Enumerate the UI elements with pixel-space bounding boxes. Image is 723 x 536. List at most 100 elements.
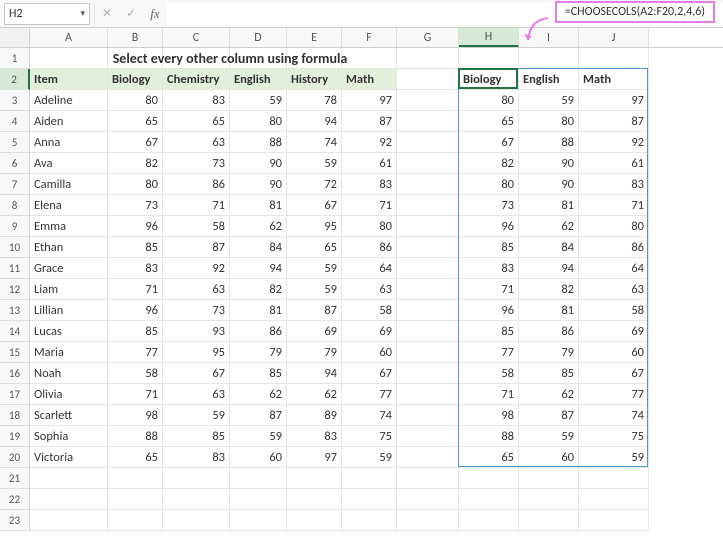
row-header[interactable]: 16 [0, 363, 30, 384]
cell[interactable] [397, 279, 459, 300]
cell[interactable]: 58 [579, 300, 649, 321]
cell[interactable]: English [230, 69, 287, 90]
cell[interactable] [342, 48, 397, 69]
cell[interactable]: 93 [163, 321, 230, 342]
cell[interactable]: 79 [287, 342, 342, 363]
cell[interactable]: 60 [519, 447, 579, 468]
cell[interactable] [30, 489, 108, 510]
cell[interactable]: 64 [342, 258, 397, 279]
cell[interactable] [519, 468, 579, 489]
spreadsheet-grid[interactable]: Select every other column using formula … [0, 48, 723, 531]
cell[interactable]: 63 [579, 279, 649, 300]
cell[interactable] [459, 510, 519, 531]
cell[interactable] [579, 48, 649, 69]
cell[interactable] [108, 468, 163, 489]
row-header[interactable]: 14 [0, 321, 30, 342]
cell[interactable] [230, 48, 287, 69]
cell[interactable]: 65 [108, 447, 163, 468]
row-header[interactable]: 12 [0, 279, 30, 300]
cell[interactable]: 86 [163, 174, 230, 195]
cell[interactable] [397, 111, 459, 132]
cell[interactable]: 96 [459, 300, 519, 321]
cell[interactable]: Math [579, 69, 649, 90]
cell[interactable]: 86 [519, 321, 579, 342]
cell[interactable]: 88 [519, 132, 579, 153]
cell[interactable]: 81 [519, 300, 579, 321]
cell[interactable]: 62 [230, 384, 287, 405]
cell[interactable] [342, 489, 397, 510]
cell[interactable] [230, 468, 287, 489]
cell[interactable]: 59 [519, 90, 579, 111]
cell[interactable]: 63 [163, 279, 230, 300]
cell[interactable]: 80 [519, 111, 579, 132]
cell[interactable]: 65 [108, 111, 163, 132]
cell[interactable] [397, 90, 459, 111]
column-header-H[interactable]: H [459, 28, 519, 47]
cell[interactable]: 73 [163, 300, 230, 321]
cell[interactable]: 82 [519, 279, 579, 300]
column-header-J[interactable]: J [579, 28, 649, 47]
cell[interactable] [579, 510, 649, 531]
cell[interactable] [397, 48, 459, 69]
cell[interactable]: 85 [459, 321, 519, 342]
cell[interactable]: 80 [108, 90, 163, 111]
cell[interactable]: 86 [579, 237, 649, 258]
cell[interactable] [30, 510, 108, 531]
cell[interactable]: 67 [459, 132, 519, 153]
row-header[interactable]: 7 [0, 174, 30, 195]
cell[interactable] [163, 510, 230, 531]
cell[interactable]: 61 [342, 153, 397, 174]
cell[interactable]: 73 [163, 153, 230, 174]
cell[interactable]: 80 [342, 216, 397, 237]
cell[interactable]: 59 [163, 405, 230, 426]
cell[interactable]: 60 [230, 447, 287, 468]
cell[interactable]: Olivia [30, 384, 108, 405]
name-box-dropdown-icon[interactable]: ▾ [80, 8, 85, 19]
cell[interactable]: Camilla [30, 174, 108, 195]
cell[interactable] [519, 489, 579, 510]
cell[interactable]: Sophia [30, 426, 108, 447]
accept-formula-icon[interactable]: ✓ [119, 3, 143, 25]
row-header[interactable]: 2 [0, 69, 30, 90]
cell[interactable]: 85 [459, 237, 519, 258]
row-header[interactable]: 9 [0, 216, 30, 237]
cell[interactable] [397, 363, 459, 384]
cell[interactable]: 83 [163, 90, 230, 111]
cell[interactable] [397, 153, 459, 174]
cell[interactable]: 90 [519, 153, 579, 174]
cell[interactable]: 74 [579, 405, 649, 426]
row-header[interactable]: 11 [0, 258, 30, 279]
cell[interactable] [397, 468, 459, 489]
cell[interactable]: 59 [579, 447, 649, 468]
cell[interactable] [397, 300, 459, 321]
cell[interactable]: 59 [287, 153, 342, 174]
cell[interactable]: 71 [108, 279, 163, 300]
cell[interactable]: 94 [287, 363, 342, 384]
cell[interactable]: 62 [519, 384, 579, 405]
cell[interactable]: 90 [230, 174, 287, 195]
column-header-A[interactable]: A [30, 28, 108, 47]
cell[interactable]: 65 [287, 237, 342, 258]
cell[interactable]: Liam [30, 279, 108, 300]
row-header[interactable]: 5 [0, 132, 30, 153]
row-header[interactable]: 18 [0, 405, 30, 426]
cell[interactable]: 90 [230, 153, 287, 174]
row-header[interactable]: 20 [0, 447, 30, 468]
cell[interactable]: 95 [287, 216, 342, 237]
cell[interactable]: 82 [459, 153, 519, 174]
cell[interactable]: History [287, 69, 342, 90]
cell[interactable] [397, 132, 459, 153]
cell[interactable]: 88 [230, 132, 287, 153]
cell[interactable]: 80 [459, 90, 519, 111]
cell[interactable] [287, 489, 342, 510]
cell[interactable] [397, 258, 459, 279]
row-header[interactable]: 23 [0, 510, 30, 531]
cell[interactable]: 62 [519, 216, 579, 237]
cell[interactable]: 86 [230, 321, 287, 342]
cell[interactable]: 80 [108, 174, 163, 195]
cell[interactable] [397, 342, 459, 363]
cell[interactable] [579, 489, 649, 510]
cell[interactable]: 58 [163, 216, 230, 237]
cell[interactable]: Maria [30, 342, 108, 363]
row-header[interactable]: 10 [0, 237, 30, 258]
